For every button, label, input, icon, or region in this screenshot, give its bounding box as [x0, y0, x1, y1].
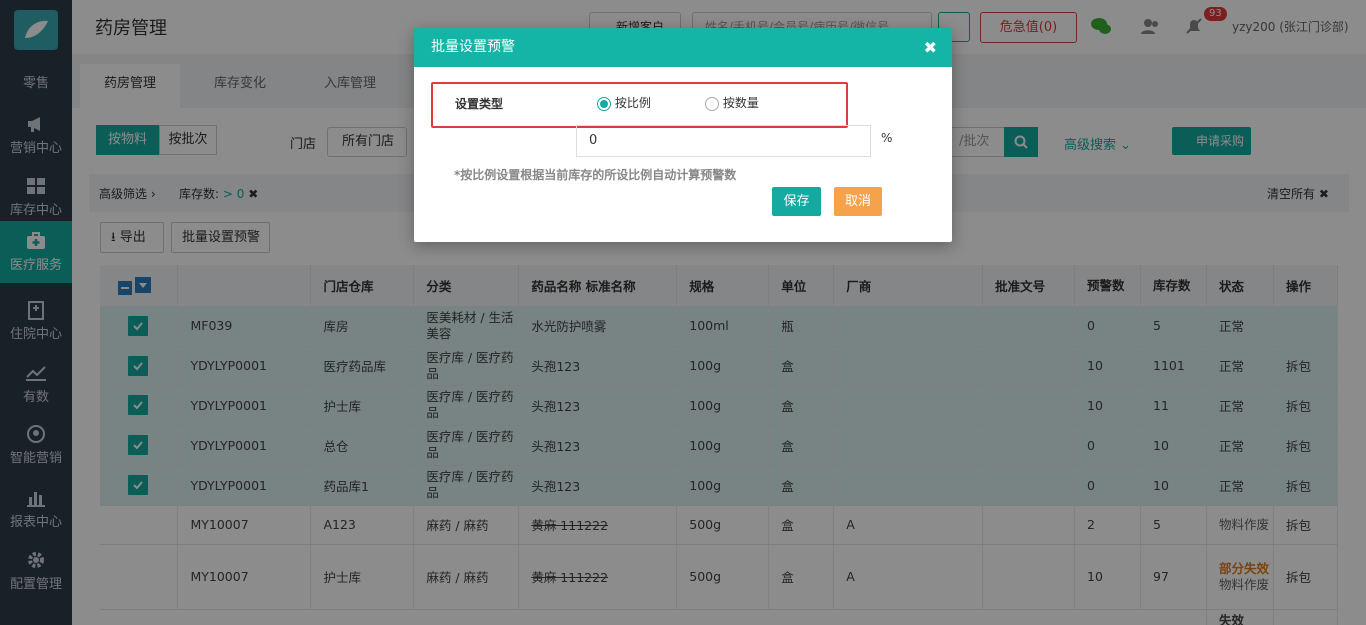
ratio-radio[interactable]: 按比例 — [597, 94, 651, 111]
radio-selected-icon[interactable] — [597, 96, 611, 111]
quantity-label: 按数量 — [722, 96, 759, 110]
type-label: 设置类型 — [455, 97, 504, 111]
save-button[interactable]: 保存 — [772, 187, 821, 216]
dialog-header: 批量设置预警 ✖ — [414, 28, 952, 67]
type-highlight-frame: 设置类型 按比例 按数量 — [431, 82, 848, 128]
radio-unselected-icon[interactable] — [705, 96, 719, 111]
quantity-radio[interactable]: 按数量 — [705, 94, 759, 111]
dialog-title: 批量设置预警 — [431, 39, 515, 55]
ratio-label: 按比例 — [614, 96, 651, 110]
close-icon[interactable]: ✖ — [924, 28, 937, 67]
batch-warning-dialog: 批量设置预警 ✖ 设置类型 按比例 按数量 0 % *按比例设置根据当前库存的所… — [414, 28, 952, 242]
cancel-button[interactable]: 取消 — [834, 187, 882, 216]
ratio-input[interactable]: 0 — [576, 125, 871, 157]
percent-unit: % — [881, 131, 893, 145]
hint-text: *按比例设置根据当前库存的所设比例自动计算预警数 — [454, 168, 737, 182]
